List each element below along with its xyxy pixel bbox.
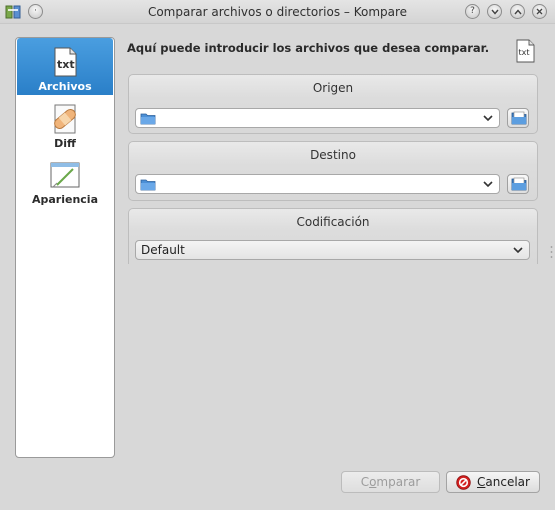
chevron-down-icon (490, 9, 499, 15)
source-browse-button[interactable] (507, 108, 529, 128)
cancel-button-label: Cancelar (477, 475, 530, 489)
compare-button[interactable]: Comparar (341, 471, 440, 493)
close-button[interactable] (532, 4, 547, 19)
source-group-title: Origen (312, 81, 354, 95)
encoding-combobox[interactable]: Default (135, 240, 530, 260)
svg-text:txt: txt (57, 58, 75, 71)
txt-file-icon: txt (516, 39, 535, 63)
cancel-button[interactable]: Cancelar (446, 471, 540, 493)
encoding-group: Codificación Default (128, 208, 538, 264)
folder-icon (140, 179, 156, 191)
folder-icon (140, 113, 156, 125)
page-intro-text: Aquí puede introducir los archivos que d… (127, 41, 490, 55)
encoding-value: Default (141, 243, 185, 257)
chevron-down-icon (483, 181, 493, 188)
bandage-icon (54, 104, 76, 134)
compare-button-label: Comparar (360, 475, 421, 489)
sidebar-item-archivos[interactable]: txt Archivos (17, 38, 113, 95)
destination-combobox[interactable] (135, 174, 500, 194)
open-folder-icon (511, 177, 527, 191)
sidebar-item-diff[interactable]: Diff (17, 96, 113, 152)
maximize-button[interactable] (510, 4, 525, 19)
source-combobox[interactable] (135, 108, 500, 128)
destination-browse-button[interactable] (507, 174, 529, 194)
chevron-down-icon (513, 247, 523, 254)
chevron-down-icon (483, 115, 493, 122)
minimize-button[interactable] (487, 4, 502, 19)
open-folder-icon (511, 111, 527, 125)
compare-dialog-window: · Comparar archivos o directorios – Komp… (0, 0, 555, 510)
sidebar-item-label: Diff (54, 137, 76, 150)
sidebar-item-label: Apariencia (31, 193, 98, 206)
cancel-icon (456, 474, 471, 490)
question-icon: ? (470, 6, 475, 16)
sidebar-item-label: Archivos (38, 80, 92, 93)
resize-grip-icon[interactable] (550, 245, 553, 259)
source-group: Origen (128, 74, 538, 134)
encoding-group-title: Codificación (296, 215, 370, 229)
chevron-up-icon (513, 8, 522, 14)
page-sidebar: txt Archivos Diff Apariencia (15, 37, 115, 458)
destination-group: Destino (128, 141, 538, 201)
svg-text:txt: txt (519, 48, 530, 57)
txt-file-icon: txt (54, 47, 77, 77)
destination-group-title: Destino (310, 148, 356, 162)
appearance-icon (50, 162, 80, 188)
close-icon (536, 8, 543, 15)
sidebar-item-apariencia[interactable]: Apariencia (17, 152, 113, 208)
title-bar[interactable]: · Comparar archivos o directorios – Komp… (0, 0, 555, 24)
help-button[interactable]: ? (465, 4, 480, 19)
